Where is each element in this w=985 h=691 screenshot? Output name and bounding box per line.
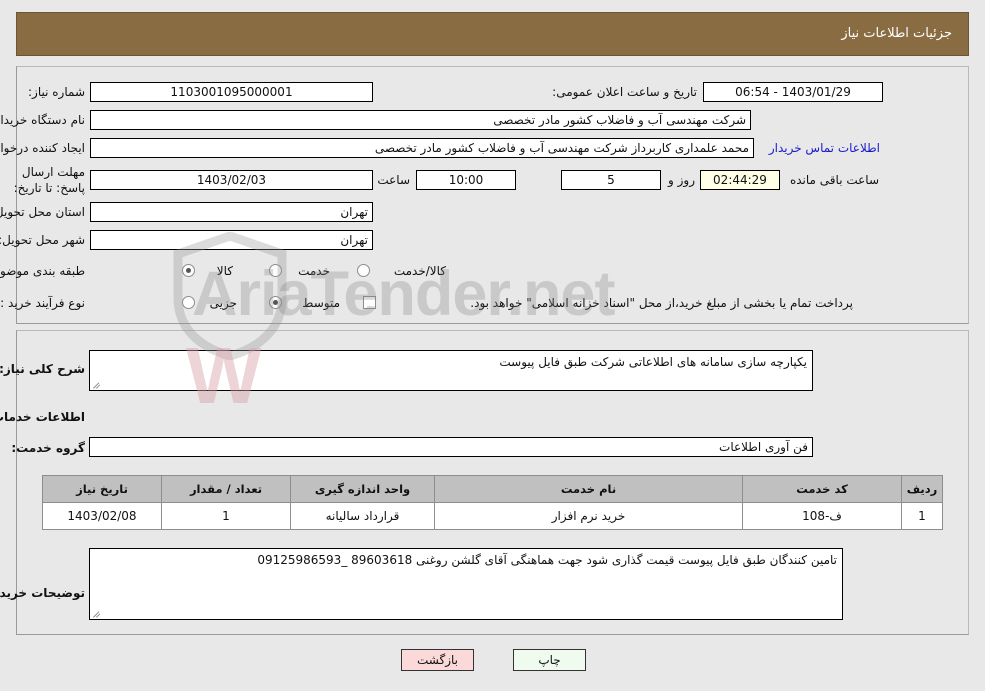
buyer-notes-value: تامین کنندگان طبق فایل پیوست قیمت گذاری … (257, 553, 837, 567)
category-option-label-1: خدمت (298, 264, 330, 278)
cell-service-code: ف-108 (742, 502, 902, 530)
table-header-unit: واحد اندازه گیری (290, 475, 435, 503)
treasury-bond-checkbox[interactable] (363, 296, 376, 309)
announcement-label: تاریخ و ساعت اعلان عمومی: (552, 85, 697, 99)
buyer-org-label: نام دستگاه خریدار: (0, 113, 85, 127)
resize-grip-icon (92, 380, 102, 390)
deadline-label: مهلت ارسال پاسخ: تا تاریخ: (13, 165, 85, 195)
category-label: طبقه بندی موضوعی: (0, 264, 85, 278)
table-header-row-no: ردیف (901, 475, 943, 503)
need-details-page: W AriaTender.net جزئیات اطلاعات نیاز شما… (0, 0, 985, 691)
buyer-notes-textarea[interactable]: تامین کنندگان طبق فایل پیوست قیمت گذاری … (89, 548, 843, 620)
service-group-value: فن آوری اطلاعات (89, 437, 813, 457)
creator-label: ایجاد کننده درخواست: (0, 141, 85, 155)
process-radio-motavaset[interactable] (269, 296, 282, 309)
deadline-time-value: 10:00 (416, 170, 516, 190)
page-title-bar: جزئیات اطلاعات نیاز (16, 12, 969, 56)
province-value: تهران (90, 202, 373, 222)
need-number-value: 1103001095000001 (90, 82, 373, 102)
buyer-org-value: شرکت مهندسی آب و فاضلاب کشور مادر تخصصی (90, 110, 751, 130)
category-radio-khedmat[interactable] (269, 264, 282, 277)
remaining-clock-label: ساعت باقی مانده (789, 173, 879, 187)
cell-need-date: 1403/02/08 (42, 502, 162, 530)
remaining-days-label: روز و (668, 173, 695, 187)
general-desc-textarea[interactable]: یکپارچه سازی سامانه های اطلاعاتی شرکت طب… (89, 350, 813, 391)
resize-grip-icon-notes (92, 609, 102, 619)
summary-panel (16, 66, 969, 324)
general-desc-value: یکپارچه سازی سامانه های اطلاعاتی شرکت طب… (499, 355, 807, 369)
creator-value: محمد علمداری کاربرداز شرکت مهندسی آب و ف… (90, 138, 754, 158)
announcement-value: 1403/01/29 - 06:54 (703, 82, 883, 102)
table-header-quantity: تعداد / مقدار (161, 475, 291, 503)
cell-service-name: خرید نرم افزار (434, 502, 743, 530)
category-radio-kala-khedmat[interactable] (357, 264, 370, 277)
table-header-row: ردیف کد خدمت نام خدمت واحد اندازه گیری ت… (42, 475, 943, 503)
table-header-service-code: کد خدمت (742, 475, 902, 503)
deadline-time-label: ساعت (377, 173, 410, 187)
service-group-label: گروه خدمت: (11, 441, 85, 455)
buyer-contact-link[interactable]: اطلاعات تماس خریدار (769, 141, 880, 155)
category-radio-kala[interactable] (182, 264, 195, 277)
process-label: نوع فرآیند خرید : (0, 296, 85, 310)
table-row: 1 ف-108 خرید نرم افزار قرارداد سالیانه 1… (42, 502, 943, 530)
back-button[interactable]: بازگشت (401, 649, 474, 671)
cell-quantity: 1 (161, 502, 291, 530)
general-desc-label: شرح کلی نیاز: (0, 362, 85, 376)
services-section-title: اطلاعات خدمات مورد نیاز (0, 410, 85, 424)
deadline-date-value: 1403/02/03 (90, 170, 373, 190)
process-option-label-0: جزیی (209, 296, 237, 310)
remaining-days-value: 5 (561, 170, 661, 190)
services-table: ردیف کد خدمت نام خدمت واحد اندازه گیری ت… (42, 475, 943, 530)
table-header-need-date: تاریخ نیاز (42, 475, 162, 503)
process-option-label-1: متوسط (302, 296, 340, 310)
remaining-clock-value: 02:44:29 (700, 170, 780, 190)
province-label: استان محل تحویل: (0, 205, 85, 219)
table-header-service-name: نام خدمت (434, 475, 743, 503)
cell-row-no: 1 (901, 502, 943, 530)
city-label: شهر محل تحویل: (0, 233, 85, 247)
category-option-label-2: کالا/خدمت (393, 264, 446, 278)
print-button[interactable]: چاپ (513, 649, 586, 671)
process-radio-jozei[interactable] (182, 296, 195, 309)
need-number-label: شماره نیاز: (28, 85, 85, 99)
cell-unit: قرارداد سالیانه (290, 502, 435, 530)
city-value: تهران (90, 230, 373, 250)
treasury-bond-label: پرداخت تمام یا بخشی از مبلغ خرید،از محل … (470, 296, 853, 310)
page-title: جزئیات اطلاعات نیاز (841, 26, 952, 41)
buyer-notes-label: توضیحات خریدار: (0, 586, 85, 600)
category-option-label-0: کالا (216, 264, 233, 278)
